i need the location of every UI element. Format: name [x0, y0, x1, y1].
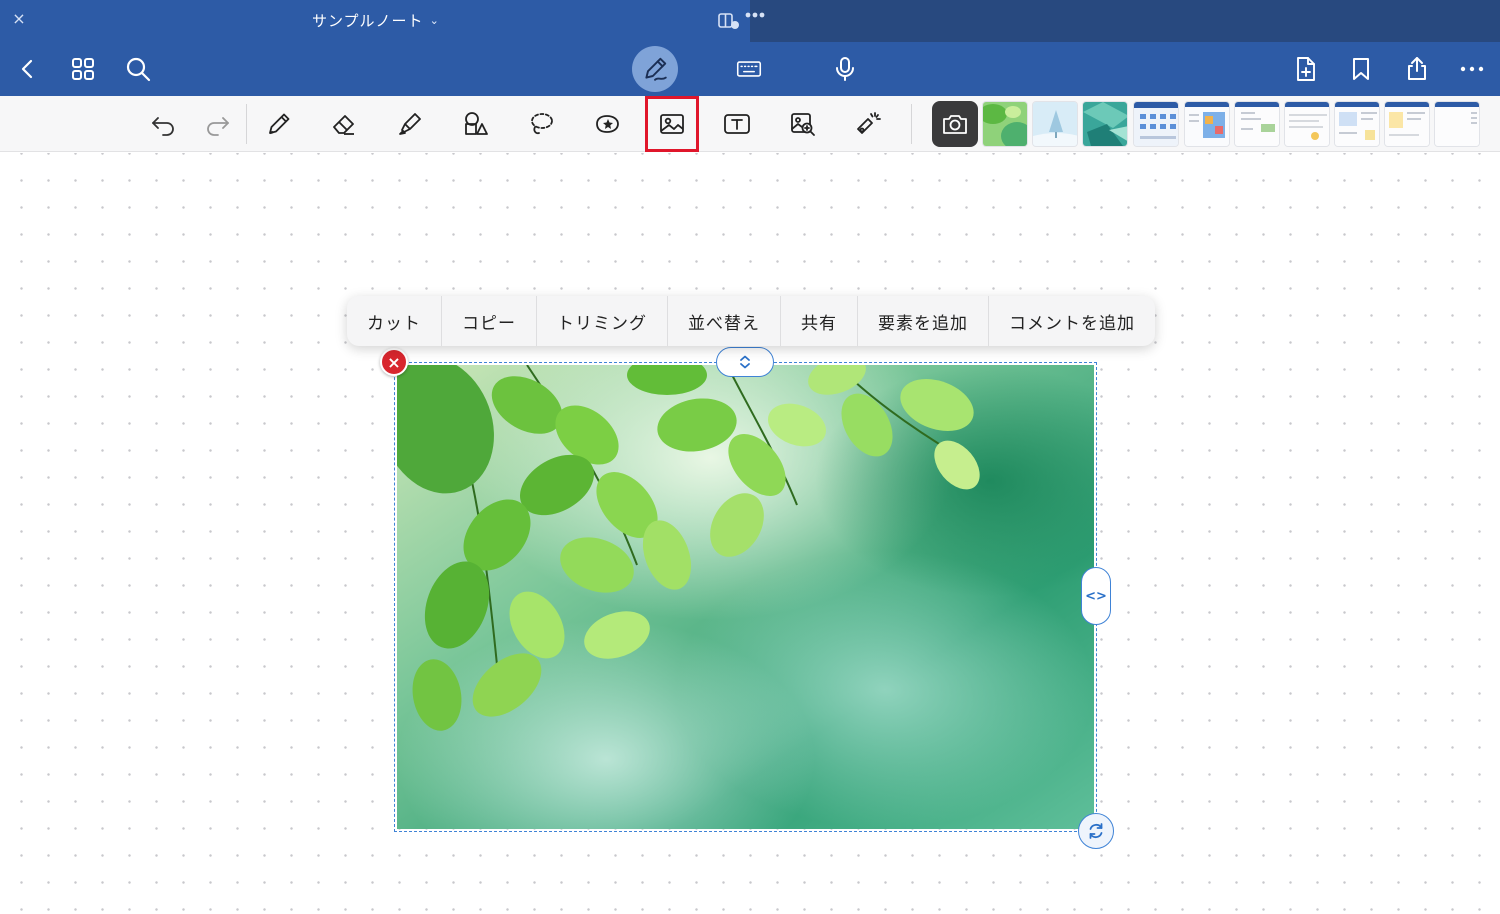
recent-image-thumbnail[interactable] [1384, 101, 1430, 147]
rotate-icon [1089, 823, 1103, 839]
search-icon[interactable] [120, 51, 156, 87]
document-title[interactable]: サンプルノート ⌄ [312, 10, 440, 31]
microphone-icon[interactable] [827, 51, 863, 87]
keyboard-icon[interactable] [731, 51, 767, 87]
menu-item-crop[interactable]: トリミング [537, 296, 668, 346]
recent-image-thumbnail[interactable] [1032, 101, 1078, 147]
shapes-icon[interactable] [454, 102, 498, 146]
grid-icon[interactable] [65, 51, 101, 87]
highlighter-icon[interactable] [388, 102, 432, 146]
multitasking-icon[interactable] [718, 9, 766, 31]
recent-image-thumbnail[interactable] [1284, 101, 1330, 147]
recent-image-thumbnail[interactable] [1082, 101, 1128, 147]
toolbar-divider [911, 104, 912, 144]
tool-bar [0, 96, 1500, 152]
rotate-handle[interactable] [1078, 813, 1114, 849]
title-bar: × サンプルノート ⌄ [0, 0, 1500, 42]
menu-item-cut[interactable]: カット [347, 296, 442, 346]
back-icon[interactable] [10, 51, 46, 87]
menu-item-add-element[interactable]: 要素を追加 [858, 296, 989, 346]
recent-image-thumbnail[interactable] [1133, 101, 1179, 147]
more-icon[interactable] [1454, 51, 1490, 87]
delete-element-button[interactable]: × [380, 348, 408, 376]
recent-image-thumbnail[interactable] [1334, 101, 1380, 147]
vertical-resize-handle[interactable] [716, 347, 774, 377]
textbox-icon[interactable] [715, 102, 759, 146]
undo-icon[interactable] [141, 102, 185, 146]
menu-item-arrange[interactable]: 並べ替え [668, 296, 781, 346]
context-menu: カット コピー トリミング 並べ替え 共有 要素を追加 コメントを追加 [347, 296, 1155, 346]
share-icon[interactable] [1399, 51, 1435, 87]
camera-icon[interactable] [932, 101, 978, 147]
nav-bar [0, 42, 1500, 96]
recent-image-thumbnail[interactable] [1234, 101, 1280, 147]
image-icon[interactable] [645, 96, 699, 152]
pencil-icon[interactable] [257, 102, 301, 146]
lasso-icon[interactable] [519, 102, 563, 146]
recent-image-thumbnail[interactable] [1434, 101, 1480, 147]
sticker-icon[interactable] [585, 102, 629, 146]
title-bar-secondary [750, 0, 1500, 42]
chevron-up-down-icon [740, 355, 750, 369]
recent-image-thumbnail[interactable] [1184, 101, 1230, 147]
add-page-icon[interactable] [1288, 51, 1324, 87]
selection-frame [394, 362, 1097, 832]
laser-pointer-icon[interactable] [846, 102, 890, 146]
document-title-text: サンプルノート [312, 12, 424, 30]
toolbar-divider [246, 104, 247, 144]
menu-item-add-comment[interactable]: コメントを追加 [989, 296, 1155, 346]
chevron-down-icon: ⌄ [429, 14, 440, 27]
horizontal-resize-handle[interactable]: <> [1081, 567, 1111, 625]
bookmark-icon[interactable] [1343, 51, 1379, 87]
menu-item-copy[interactable]: コピー [442, 296, 537, 346]
menu-item-share[interactable]: 共有 [781, 296, 858, 346]
redo-icon[interactable] [196, 102, 240, 146]
recent-image-thumbnail[interactable] [982, 101, 1028, 147]
window-close-button[interactable]: × [10, 10, 28, 28]
image-search-icon[interactable] [781, 102, 825, 146]
eraser-icon[interactable] [322, 102, 366, 146]
pen-mode-icon[interactable] [632, 46, 678, 92]
